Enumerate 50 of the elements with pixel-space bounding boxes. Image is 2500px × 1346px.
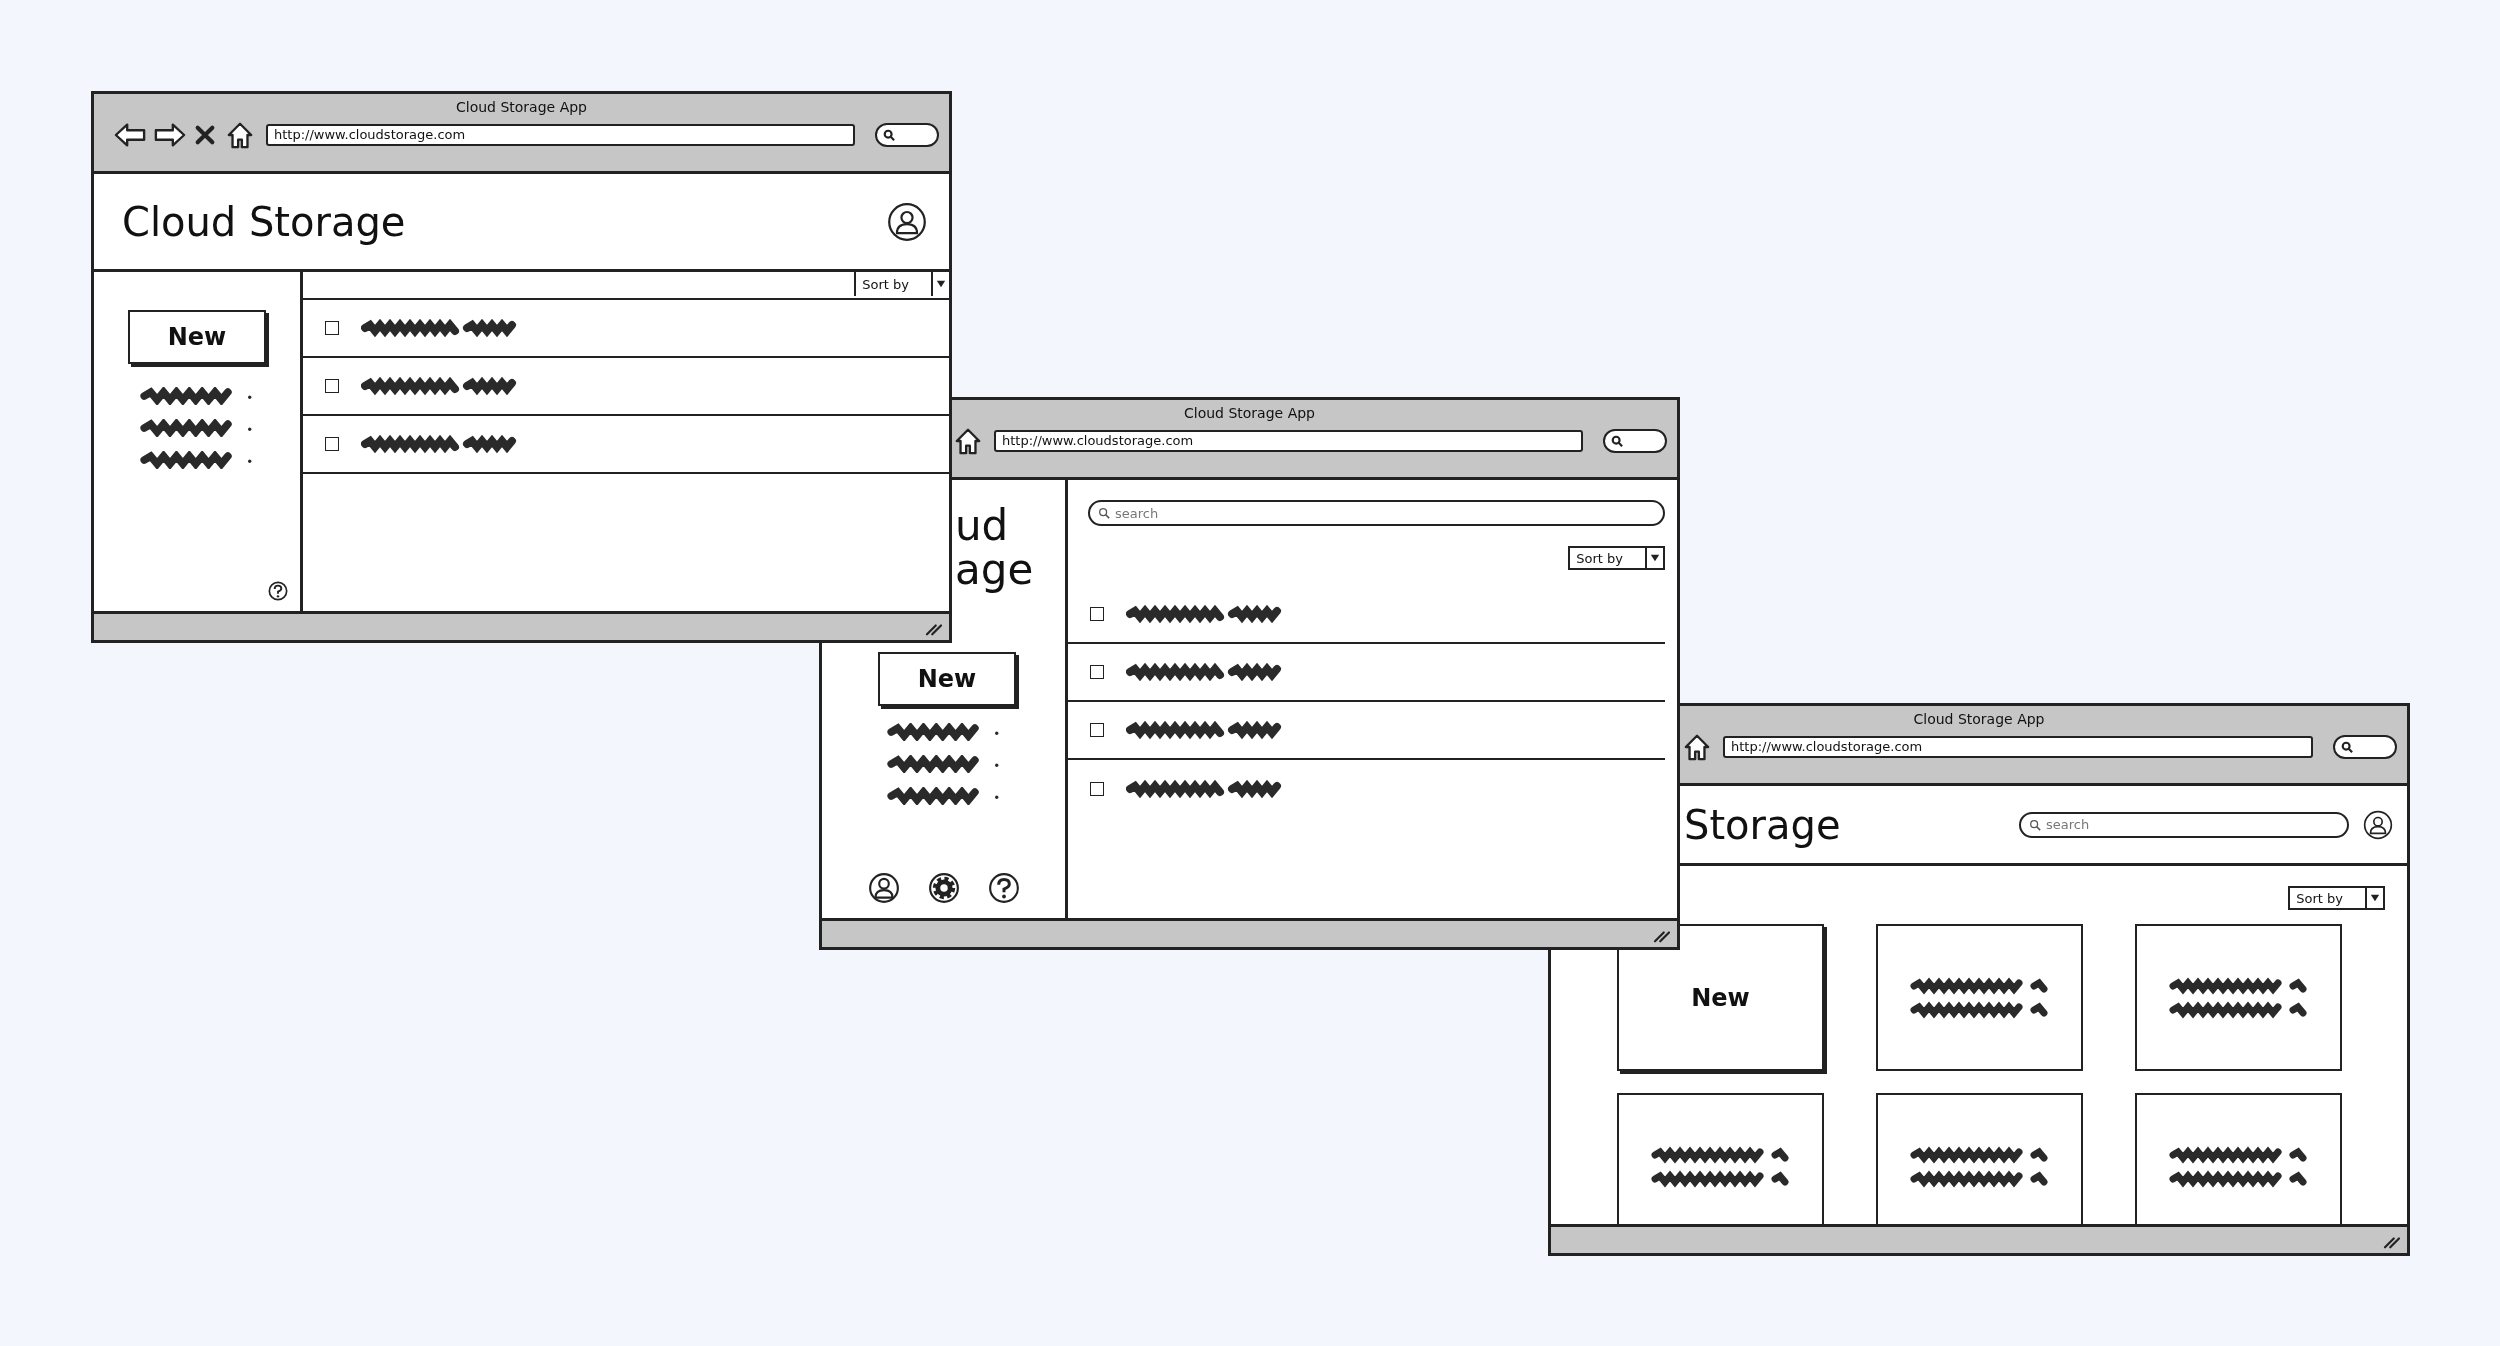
checkbox[interactable]: [325, 437, 339, 451]
search-field[interactable]: [2333, 735, 2397, 759]
sort-dropdown[interactable]: Sort by: [2288, 886, 2385, 910]
app-title: ud: [955, 504, 1010, 548]
window-title: Cloud Storage App: [1913, 711, 2045, 727]
app-title: Cloud Storage: [122, 198, 406, 245]
file-card[interactable]: [2135, 924, 2342, 1071]
sort-dropdown[interactable]: Sort by: [1568, 546, 1665, 570]
search-icon: [883, 129, 895, 141]
back-icon[interactable]: [114, 121, 146, 149]
close-icon[interactable]: [194, 124, 216, 146]
user-icon[interactable]: [867, 872, 900, 904]
checkbox[interactable]: [1090, 607, 1104, 621]
sort-dropdown[interactable]: Sort by: [854, 272, 949, 296]
settings-icon[interactable]: [927, 872, 960, 904]
search-icon: [1611, 435, 1623, 447]
help-icon[interactable]: [268, 581, 288, 601]
checkbox[interactable]: [1090, 723, 1104, 737]
file-card[interactable]: [1876, 924, 2083, 1071]
checkbox[interactable]: [325, 321, 339, 335]
search-icon: [1098, 507, 1110, 519]
file-card[interactable]: [2135, 1093, 2342, 1224]
window-title: Cloud Storage App: [1184, 405, 1315, 421]
search-field[interactable]: [1603, 429, 1667, 453]
search-icon: [2341, 741, 2353, 753]
search-field[interactable]: search: [2019, 811, 2349, 838]
address-field[interactable]: http://www.cloudstorage.com: [1723, 736, 2313, 758]
window-title: Cloud Storage App: [456, 99, 587, 115]
app-title: age: [955, 548, 1035, 592]
search-field[interactable]: search: [1088, 500, 1665, 526]
checkbox[interactable]: [1090, 782, 1104, 796]
new-button[interactable]: New: [128, 310, 266, 364]
user-icon[interactable]: [887, 201, 927, 242]
file-card[interactable]: [1876, 1093, 2083, 1224]
file-card[interactable]: [1617, 1093, 1824, 1224]
resize-grip-icon[interactable]: [925, 622, 943, 636]
resize-grip-icon[interactable]: [2383, 1235, 2401, 1249]
checkbox[interactable]: [1090, 665, 1104, 679]
checkbox[interactable]: [325, 379, 339, 393]
user-icon[interactable]: [2363, 809, 2393, 840]
resize-grip-icon[interactable]: [1653, 929, 1671, 943]
new-button[interactable]: New: [878, 652, 1016, 706]
search-icon: [2029, 818, 2041, 831]
address-field[interactable]: http://www.cloudstorage.com: [994, 430, 1583, 452]
help-icon[interactable]: [987, 872, 1020, 904]
app-title: Storage: [1684, 801, 1842, 848]
forward-icon[interactable]: [154, 121, 186, 149]
search-field[interactable]: [875, 123, 939, 147]
new-button[interactable]: New: [1617, 924, 1824, 1071]
address-field[interactable]: http://www.cloudstorage.com: [266, 124, 855, 146]
